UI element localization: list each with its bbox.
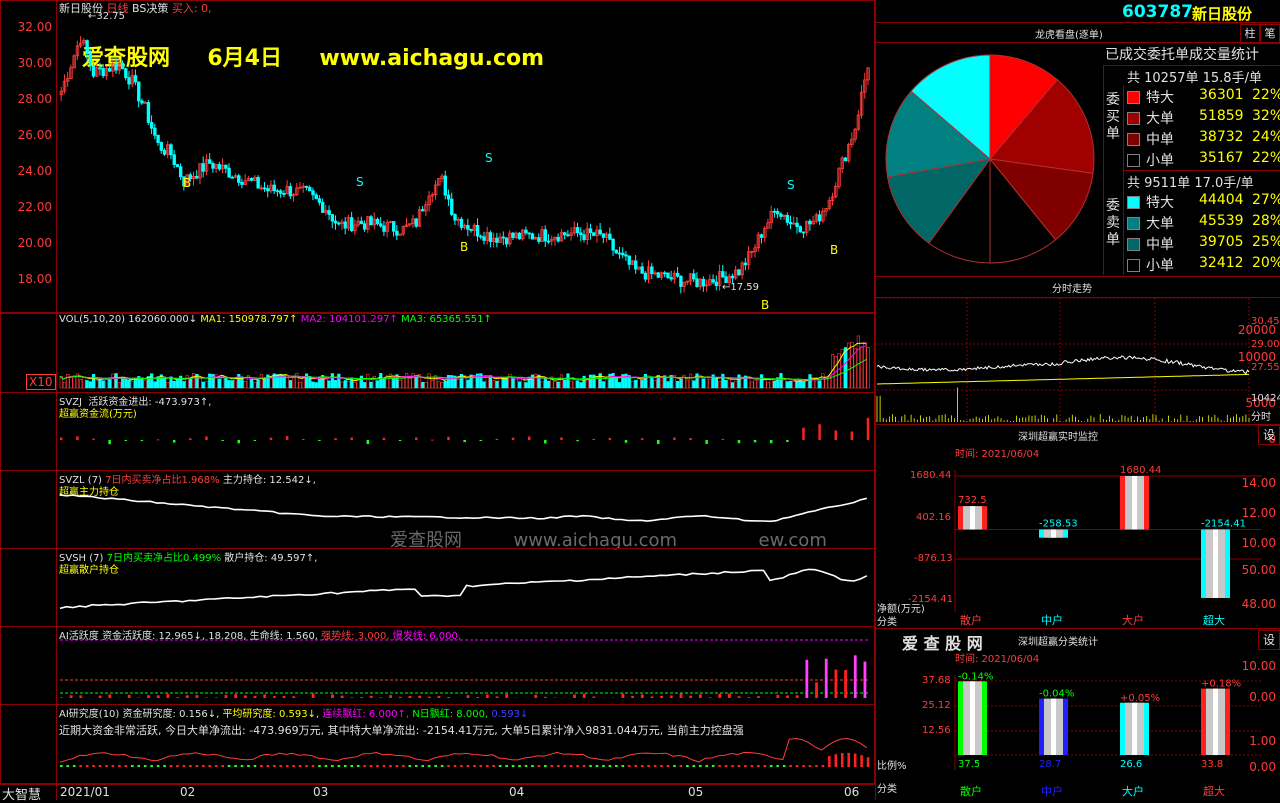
class-change-label: +0.18% xyxy=(1201,679,1241,690)
class-category: 大户 xyxy=(1122,784,1144,798)
bar-highlight xyxy=(1132,703,1137,755)
class-value-label: 28.7 xyxy=(1039,759,1061,770)
class-bar xyxy=(1201,689,1230,755)
class-bar xyxy=(1039,699,1068,755)
bar-highlight xyxy=(970,681,975,755)
class-category: 中户 xyxy=(1041,784,1063,798)
class-change-label: -0.04% xyxy=(1039,689,1074,700)
class-value-label: 37.5 xyxy=(958,759,980,770)
class-cat-label: 分类 xyxy=(877,780,897,795)
bar-highlight xyxy=(1213,689,1218,755)
bar-highlight xyxy=(1051,699,1056,755)
class-bar xyxy=(958,681,987,755)
class-change-label: -0.14% xyxy=(958,671,993,682)
class-value-label: 33.8 xyxy=(1201,759,1223,770)
class-y-tick: 12.56 xyxy=(922,725,951,736)
class-bar xyxy=(1120,703,1149,755)
class-category: 超大 xyxy=(1203,784,1225,798)
class-value-label: 26.6 xyxy=(1120,759,1142,770)
class-change-label: +0.05% xyxy=(1120,693,1160,704)
class-category: 散户 xyxy=(960,784,982,798)
class-y-tick: 25.12 xyxy=(922,700,951,711)
class-bar-chart: -0.14% 37.5 散户 -0.04% 28.7 中户 +0.05% 26.6 大户 +0.1… xyxy=(0,0,1280,800)
class-y-tick: 37.68 xyxy=(922,675,951,686)
class-unit: 比例% xyxy=(877,757,907,772)
